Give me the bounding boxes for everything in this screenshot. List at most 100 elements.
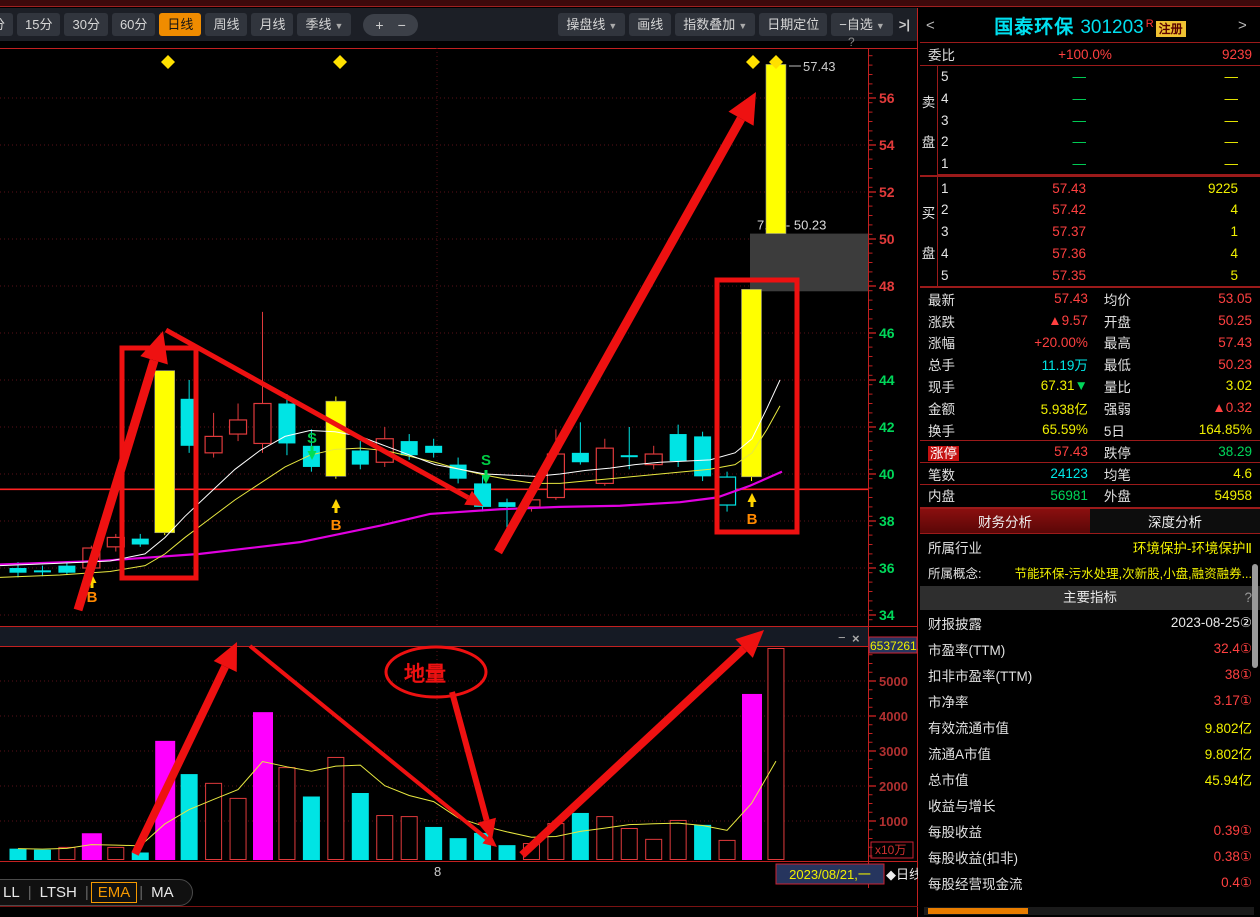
stat-row: 最新 57.43 均价 53.05: [920, 288, 1260, 310]
stat-label: 内盘: [928, 489, 955, 505]
stat-label: 涨停: [928, 442, 986, 462]
level-volume: 4: [1230, 202, 1238, 218]
svg-text:地量: 地量: [404, 662, 446, 686]
stat-row: 内盘 56981 外盘 54958: [920, 484, 1260, 506]
svg-text:44: 44: [879, 372, 895, 388]
down-arrow-icon: ▼: [1074, 378, 1088, 394]
stock-name: 国泰环保: [994, 16, 1075, 38]
level-price: —: [1072, 91, 1087, 107]
stat-label: 现手: [928, 379, 955, 395]
order-book-buy: 买盘 1 57.43 9225 2 57.42 4 3 57.37 1 4 57.36 4 5 57.35…: [920, 177, 1260, 288]
level-number: 3: [941, 224, 949, 240]
tab-deep-analysis[interactable]: 深度分析: [1090, 508, 1260, 533]
level-volume: 9225: [1207, 180, 1238, 196]
info-value: 0.39①: [1213, 822, 1252, 838]
sell-side-label: 卖盘: [920, 66, 938, 176]
stat-value: ▲0.32: [1212, 400, 1252, 416]
registration-badge: 注册: [1155, 20, 1186, 37]
buy-queue: 1 57.43 9225 2 57.42 4 3 57.37 1 4 57.36 4 5 57.35 5: [938, 177, 1260, 285]
panel-horizontal-scrollbar[interactable]: [924, 907, 1254, 915]
order-book-row: 2 57.42 4: [938, 199, 1260, 221]
level-number: 5: [941, 69, 949, 85]
stat-label: 最低: [1103, 358, 1131, 374]
svg-text:40: 40: [879, 466, 895, 482]
trading-app-window: 分15分30分60分日线周线月线季线▼+− 操盘线▼画线指数叠加▼日期定位−自选…: [0, 0, 1260, 917]
scrollbar-thumb[interactable]: [928, 908, 1028, 914]
order-book-row: 1 — —: [938, 153, 1260, 175]
stat-label: 量比: [1103, 379, 1131, 395]
info-label: 市净率: [928, 694, 969, 710]
prev-stock-icon[interactable]: <: [926, 17, 942, 34]
stat-value: 5.938亿: [1040, 401, 1088, 417]
info-value: 0.4①: [1221, 874, 1252, 890]
stat-row: 涨跌 ▲9.57 开盘 50.25: [920, 310, 1260, 332]
indicator-tab-LTSH[interactable]: LTSH: [34, 883, 83, 902]
indicator-tab-LL[interactable]: LL: [0, 883, 26, 902]
stat-row: 金额 5.938亿 强弱 ▲0.32: [920, 397, 1260, 419]
indicator-tab-MA[interactable]: MA: [145, 883, 180, 902]
stat-value: 164.85%: [1198, 422, 1252, 438]
level-volume: —: [1224, 134, 1239, 150]
svg-text:×: ×: [852, 631, 860, 646]
info-row: 扣非市盈率(TTM) 38①: [920, 662, 1260, 688]
stat-label: 外盘: [1103, 489, 1131, 505]
tab-financial-analysis[interactable]: 财务分析: [920, 508, 1090, 533]
level-price: —: [1072, 156, 1087, 172]
order-book-row: 3 57.37 1: [938, 221, 1260, 243]
info-label: 总市值: [928, 772, 969, 788]
info-value: 节能环保-污水处理,次新股,小盘,融资融券...: [1014, 567, 1252, 582]
stat-label: 跌停: [1103, 445, 1131, 461]
svg-text:B: B: [331, 517, 342, 534]
level-volume: 5: [1230, 267, 1238, 283]
stat-value: 57.43: [1218, 334, 1252, 350]
info-row: 市净率 3.17①: [920, 688, 1260, 714]
info-row: 流通A市值 9.802亿: [920, 740, 1260, 766]
info-row: 每股经营现金流 0.4①: [920, 870, 1260, 896]
info-label: 财报披露: [928, 616, 982, 632]
stat-label: 均价: [1103, 292, 1131, 308]
chart-canvas[interactable]: 7.86 - 50.2357.43BSBSB565452504846444240…: [0, 0, 918, 917]
financial-info: 所属行业 环境保护-环境保护Ⅱ 所属概念: 节能环保-污水处理,次新股,小盘,融资融券…: [920, 534, 1260, 896]
level-price: 57.35: [1052, 267, 1086, 283]
level-price: —: [1072, 69, 1087, 85]
stat-value: 50.25: [1218, 313, 1252, 329]
stat-row: 笔数 24123 均笔 4.6: [920, 462, 1260, 484]
svg-text:4000: 4000: [879, 709, 908, 724]
level-number: 1: [941, 156, 949, 172]
stat-value: 53.05: [1218, 291, 1252, 307]
order-book-row: 5 57.35 5: [938, 264, 1260, 286]
stat-label: 均笔: [1103, 467, 1131, 483]
stat-label: 开盘: [1103, 314, 1131, 330]
level-volume: 4: [1230, 245, 1238, 261]
main-indicators-header: 主要指标?: [920, 585, 1260, 610]
info-row: 市盈率(TTM) 32.4①: [920, 636, 1260, 662]
stat-value: 24123: [1050, 466, 1088, 482]
level-volume: —: [1224, 156, 1239, 172]
stat-row: 涨幅 +20.00% 最高 57.43: [920, 331, 1260, 353]
weibi-label: 委比: [928, 48, 955, 63]
stat-value: 38.29: [1218, 444, 1252, 460]
order-book-row: 2 — —: [938, 131, 1260, 153]
stat-value: 57.43: [1054, 291, 1088, 307]
stat-value: 4.6: [1233, 466, 1252, 482]
registration-r-mark: R: [1145, 18, 1154, 30]
info-label: 流通A市值: [928, 746, 992, 762]
svg-text:x10万: x10万: [875, 843, 906, 857]
level-number: 2: [941, 202, 949, 218]
order-book-row: 4 57.36 4: [938, 243, 1260, 265]
stat-value: 65.59%: [1042, 422, 1088, 438]
level-volume: —: [1224, 69, 1239, 85]
svg-text:1000: 1000: [879, 814, 908, 829]
info-row: 总市值 45.94亿: [920, 766, 1260, 792]
indicator-tab-EMA[interactable]: EMA: [90, 882, 138, 903]
next-stock-icon[interactable]: >: [1238, 17, 1254, 34]
info-row: 财报披露 2023-08-25②: [920, 610, 1260, 636]
info-label: 每股经营现金流: [928, 876, 1023, 892]
limit-up-label: 涨停: [928, 445, 959, 461]
stat-value: 3.02: [1225, 378, 1252, 394]
help-icon[interactable]: ?: [1244, 586, 1252, 610]
level-price: 57.37: [1052, 224, 1086, 240]
panel-vertical-scrollbar[interactable]: [1252, 564, 1258, 668]
stat-row: 换手 65.59% 5日 164.85%: [920, 419, 1260, 441]
stat-value: 11.19万: [1041, 358, 1088, 374]
